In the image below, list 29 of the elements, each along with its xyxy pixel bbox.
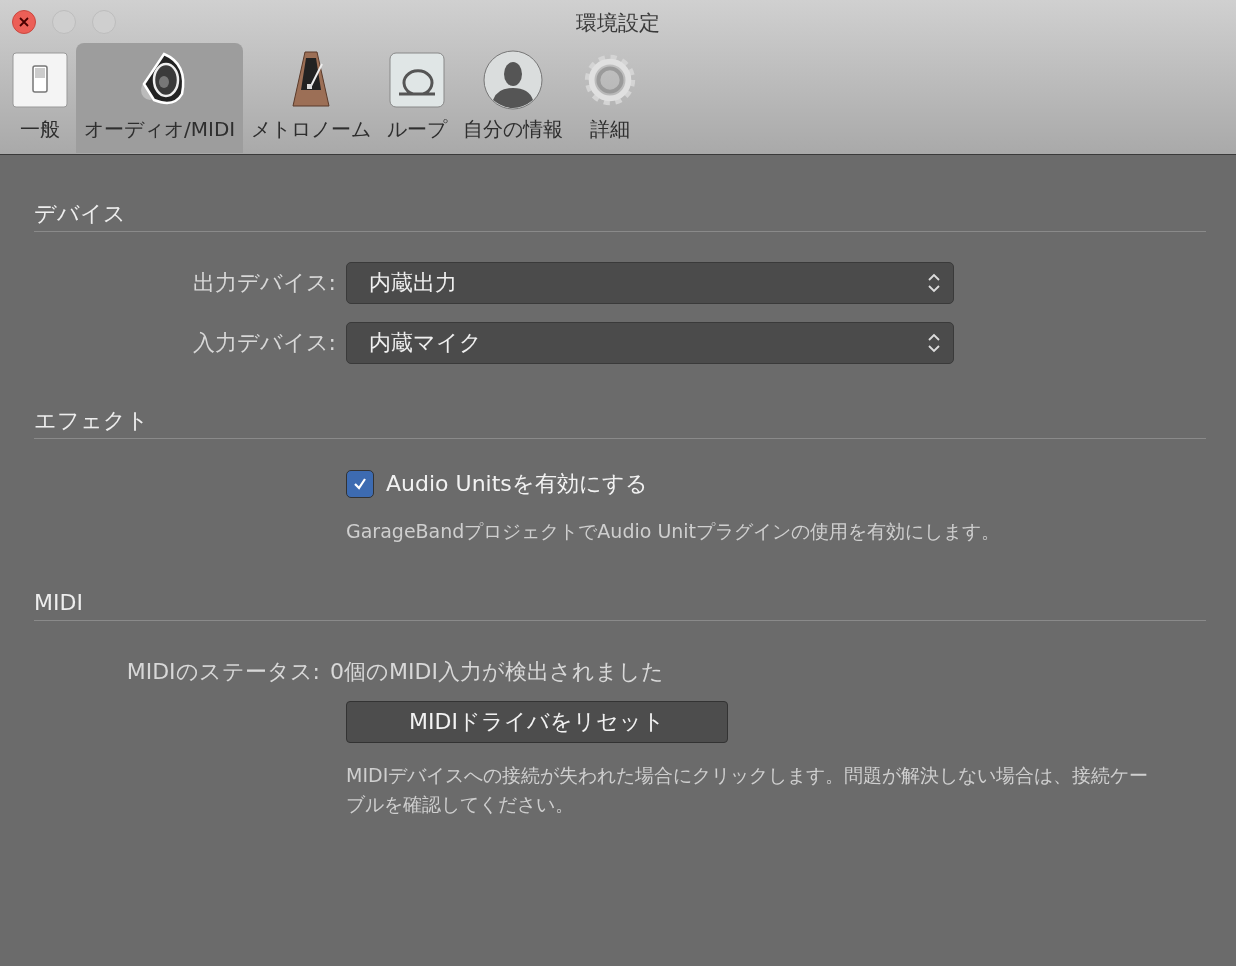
toolbar-tab[interactable]: 詳細 — [571, 43, 650, 153]
section-heading: エフェクト — [34, 407, 150, 435]
field-label: 入力デバイス: — [191, 329, 337, 357]
toolbar-tab[interactable]: オーディオ/MIDI — [76, 43, 244, 153]
device-dropdown[interactable]: 内蔵マイク — [346, 322, 954, 364]
chevron-updown-icon — [927, 332, 941, 354]
toolbar-tab[interactable]: 一般 — [4, 43, 76, 153]
close-icon — [17, 15, 31, 29]
reset-button[interactable]: MIDIドライバをリセット — [346, 701, 728, 743]
checkbox[interactable] — [346, 470, 374, 498]
section-heading: MIDI — [34, 589, 84, 617]
loop-icon — [389, 50, 446, 110]
close-button[interactable] — [12, 10, 36, 34]
audio-units-checkbox[interactable]: Audio Unitsを有効にする — [346, 469, 648, 499]
device-dropdown[interactable]: 内蔵出力 — [346, 262, 954, 304]
status-text: 0個のMIDI入力が検出されました — [330, 658, 664, 686]
person-icon — [483, 50, 544, 110]
section-heading: デバイス — [34, 200, 127, 228]
metronome-icon — [291, 50, 332, 110]
switch-icon — [12, 50, 68, 110]
toolbar-tab[interactable]: 自分の情報 — [455, 43, 572, 153]
help-text: GarageBandプロジェクトでAudio Unitプラグインの使用を有効にします。 — [346, 519, 1001, 544]
help-text: MIDIデバイスへの接続が失われた場合にクリックします。問題が解決しない場合は、接続ケーブルを確認してください。 — [346, 763, 1150, 817]
toolbar-tab[interactable]: メトロノーム — [243, 43, 380, 153]
toolbar-tab[interactable]: ループ — [379, 43, 456, 153]
window-title: 環境設定 — [576, 11, 660, 35]
field-label: 出力デバイス: — [191, 269, 337, 297]
status-label: MIDIのステータス: — [125, 658, 321, 686]
chevron-updown-icon — [927, 272, 941, 294]
